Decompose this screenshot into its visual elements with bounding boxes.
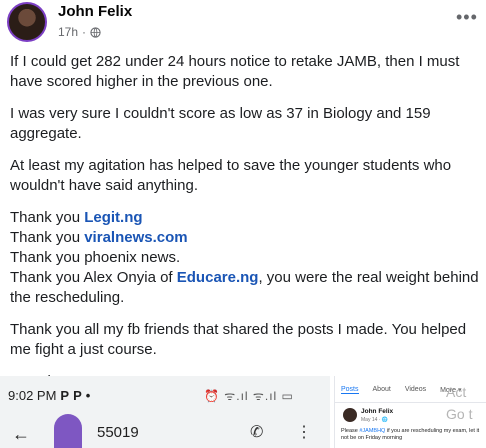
- paragraph-2: I was very sure I couldn't score as low …: [10, 105, 431, 142]
- fb-hashtag: #JAMBHQ: [359, 428, 386, 434]
- globe-icon: [90, 26, 101, 38]
- post-body: If I could get 282 under 24 hours notice…: [10, 52, 480, 404]
- fb-tab-videos: Videos: [404, 386, 427, 393]
- paragraph-3: At least my agitation has helped to save…: [10, 157, 452, 194]
- fb-post-date: May 14 · 🌐: [361, 417, 389, 423]
- status-p-icon: P: [60, 388, 70, 403]
- fb-tabs: Posts About Videos More ▾: [341, 386, 462, 394]
- contact-number: 55019: [97, 424, 139, 441]
- post-meta: 17h ·: [58, 25, 101, 39]
- status-bar: 9:02 PM P P •: [8, 388, 90, 403]
- back-arrow-icon: ←: [12, 424, 30, 444]
- viralnews-link[interactable]: viralnews.com: [84, 229, 187, 246]
- status-dot-icon: •: [85, 388, 91, 403]
- author-avatar[interactable]: [7, 2, 47, 42]
- fb-tab-about: About: [372, 386, 391, 393]
- contact-avatar: [54, 414, 82, 448]
- educare-link[interactable]: Educare.ng: [177, 269, 259, 286]
- phone-call-icon: ✆: [250, 424, 264, 441]
- thanks-phoenix: Thank you phoenix news.: [10, 249, 181, 266]
- status-p-icon-2: P: [73, 388, 82, 403]
- paragraph-1: If I could get 282 under 24 hours notice…: [10, 53, 460, 90]
- watermark-line-1: Act: [446, 384, 467, 400]
- fb-post-text: Please #JAMBHQ if you are rescheduling m…: [341, 428, 480, 441]
- activation-watermark: Act Go t: [446, 381, 472, 425]
- thanks-alex: Thank you Alex Onyia of Educare.ng, you …: [10, 269, 479, 306]
- author-name[interactable]: John Felix: [58, 3, 132, 20]
- fb-author-name: John Felix: [361, 408, 394, 415]
- status-signal-icons: ⏰ ᯤ.ıl ᯤ.ıl ▭: [204, 389, 294, 403]
- fb-tab-posts: Posts: [341, 386, 359, 394]
- thanks-block: Thank you Legit.ng Thank you viralnews.c…: [10, 208, 480, 308]
- fb-avatar: [343, 408, 357, 422]
- watermark-line-2: Go t: [446, 406, 473, 422]
- closing-paragraph: Thank you all my fb friends that shared …: [10, 321, 467, 358]
- thanks-legit: Thank you Legit.ng: [10, 209, 143, 226]
- status-time: 9:02 PM: [8, 388, 57, 403]
- post-header: John Felix 17h · •••: [0, 0, 486, 48]
- overflow-menu-icon: ⋮: [296, 424, 312, 441]
- post-time[interactable]: 17h: [58, 25, 78, 39]
- more-options-icon[interactable]: •••: [456, 8, 478, 26]
- legit-link[interactable]: Legit.ng: [84, 209, 142, 226]
- sms-screenshot[interactable]: 9:02 PM P P • ⏰ ᯤ.ıl ᯤ.ıl ▭ ← 55019 ✆ ⋮: [0, 376, 330, 448]
- thanks-viral: Thank you viralnews.com: [10, 229, 188, 246]
- facebook-post: John Felix 17h · ••• If I could get 282 …: [0, 0, 486, 448]
